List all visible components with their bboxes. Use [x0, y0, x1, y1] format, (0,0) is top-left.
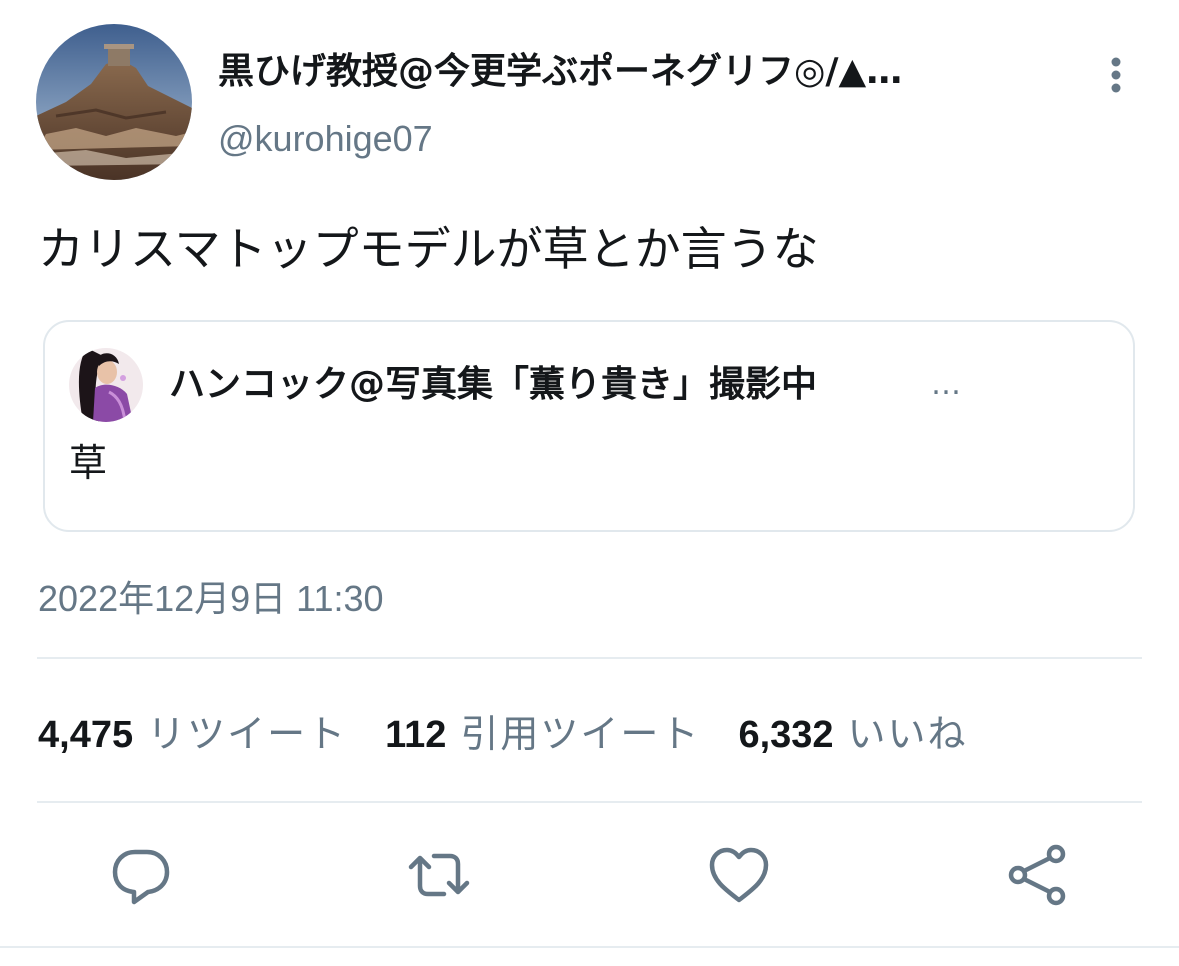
- retweet-label: リツイート: [147, 712, 348, 756]
- more-vertical-icon: [1111, 57, 1121, 93]
- share-button[interactable]: [1002, 840, 1072, 910]
- quote-label: 引用ツイート: [460, 712, 701, 756]
- more-options-button[interactable]: [1096, 50, 1136, 100]
- divider: [0, 946, 1179, 948]
- quote-count: 112: [385, 714, 447, 756]
- retweet-count: 4,475: [38, 714, 134, 756]
- reply-button[interactable]: [106, 840, 176, 910]
- tweet-timestamp[interactable]: 2022年12月9日 11:30: [38, 574, 384, 624]
- quoted-tweet-text: 草: [69, 441, 108, 485]
- like-label: いいね: [847, 712, 968, 756]
- action-bar: [0, 836, 1179, 916]
- engagement-stats: 4,475 リツイート 112 引用ツイート 6,332 いいね: [38, 706, 1006, 762]
- retweet-icon: [408, 853, 470, 897]
- heart-icon: [709, 847, 769, 903]
- divider: [37, 801, 1142, 803]
- quoted-author-avatar: [69, 348, 143, 422]
- character-avatar-image: [69, 348, 143, 422]
- share-icon: [1008, 844, 1066, 906]
- quoted-author-name: ハンコック@写真集「薫り貴き」撮影中: [169, 364, 818, 405]
- divider: [37, 657, 1142, 659]
- retweet-count-stat[interactable]: 4,475 リツイート: [38, 706, 347, 763]
- reply-icon: [112, 849, 170, 905]
- author-handle[interactable]: @kurohige07: [218, 114, 433, 164]
- like-count: 6,332: [738, 714, 834, 756]
- retweet-button[interactable]: [404, 840, 474, 910]
- author-avatar[interactable]: [36, 24, 192, 180]
- landscape-avatar-image: [36, 24, 192, 180]
- author-display-name[interactable]: 黒ひげ教授@今更学ぶポーネグリフ◎/▲…: [218, 46, 1038, 98]
- tweet: 黒ひげ教授@今更学ぶポーネグリフ◎/▲… @kurohige07 カリスマトップ…: [0, 0, 1179, 966]
- quoted-tweet-card[interactable]: ハンコック@写真集「薫り貴き」撮影中 … 草: [43, 320, 1135, 532]
- quoted-author-truncation: …: [931, 367, 961, 402]
- like-button[interactable]: [704, 840, 774, 910]
- tweet-text: カリスマトップモデルが草とか言うな: [38, 222, 819, 276]
- quote-count-stat[interactable]: 112 引用ツイート: [385, 706, 700, 763]
- like-count-stat[interactable]: 6,332 いいね: [738, 706, 967, 763]
